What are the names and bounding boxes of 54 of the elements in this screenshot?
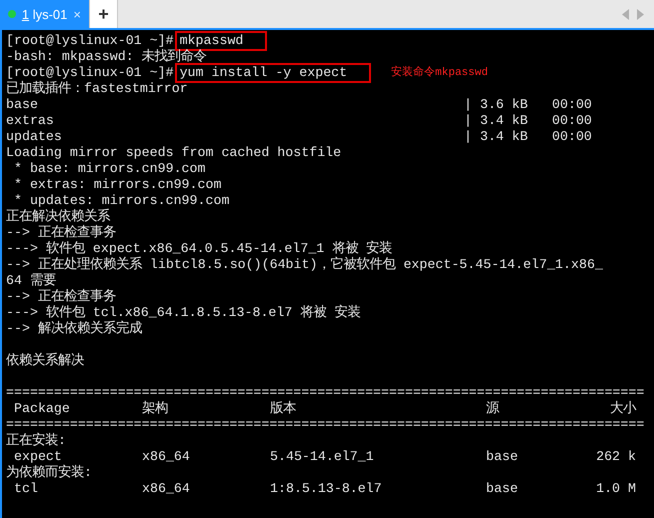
output-line: 正在安装:: [6, 433, 66, 449]
table-cell-text: 5.45-14.el7_1: [270, 449, 375, 465]
table-cell-text: 架构: [142, 401, 169, 417]
table-cell-text: 1:8.5.13-8.el7: [270, 481, 383, 497]
repo-cell-text: 00:00: [552, 129, 593, 145]
output-line: ================================================================================: [6, 385, 644, 400]
output-line: 为依赖而安装:: [6, 465, 92, 481]
output-line: Loading mirror speeds from cached hostfile: [6, 145, 342, 161]
repo-cell-text: | 3.4 kB: [464, 113, 529, 129]
table-cell-text: x86_64: [142, 449, 191, 465]
table-cell: 1.0 M: [596, 481, 636, 497]
repo-cell-text: updates: [6, 129, 63, 145]
output-line: ---> 软件包 tcl.x86_64.1.8.5.13-8.el7 将被 安装: [6, 305, 360, 320]
output-line: * base: mirrors.cn99.com: [12, 161, 206, 177]
output-line: --> 正在处理依赖关系 libtcl8.5.so()(64bit)，它被软件包 expect-5.45-14.el7_1.x86_: [6, 257, 603, 273]
session-tab[interactable]: 1 lys-01 ×: [0, 0, 90, 28]
command-text: yum install -y expect: [174, 63, 372, 83]
output-line: ================================================================================: [6, 417, 644, 432]
table-cell-text: base: [486, 481, 519, 497]
prompt-text: [root@lyslinux-01 ~]#: [6, 65, 174, 80]
output-line: --> 解决依赖关系完成: [6, 321, 142, 337]
output-line: -bash: mkpasswd: 未找到命令: [6, 49, 207, 65]
table-cell-text: 大小: [609, 401, 636, 417]
tab-label: 1 lys-01: [22, 6, 68, 22]
output-line: 依赖关系解决: [6, 353, 84, 369]
output-line: 已加载插件：fastestmirror: [6, 81, 188, 97]
output-line: * extras: mirrors.cn99.com: [12, 177, 222, 193]
table-cell-text: tcl: [14, 481, 39, 497]
close-button[interactable]: ×: [73, 6, 81, 22]
repo-cell-text: 00:00: [552, 97, 593, 113]
right-arrow-icon[interactable]: [637, 8, 644, 20]
table-cell-text: base: [486, 449, 519, 465]
output-line: --> 正在检查事务: [6, 289, 116, 305]
table-cell-text: x86_64: [142, 481, 191, 497]
output-line: * updates: mirrors.cn99.com: [12, 193, 230, 208]
status-dot: [8, 10, 16, 18]
table-cell: 262 k: [596, 449, 636, 465]
repo-cell-text: base: [6, 97, 39, 113]
table-cell-text: 版本: [270, 401, 297, 417]
annotation-text: 安装命令mkpasswd: [391, 65, 488, 81]
new-tab-button[interactable]: +: [90, 0, 118, 28]
output-line: ---> 软件包 expect.x86_64.0.5.45-14.el7_1 将被 安装: [6, 241, 392, 256]
repo-cell-text: 00:00: [552, 113, 593, 129]
left-arrow-icon[interactable]: [622, 8, 629, 20]
repo-cell-text: | 3.4 kB: [464, 129, 529, 145]
repo-cell-text: | 3.6 kB: [464, 97, 529, 113]
output-line: --> 正在检查事务: [6, 225, 116, 241]
output-line: 正在解决依赖关系: [6, 209, 110, 225]
table-cell-text: expect: [14, 449, 63, 464]
table-cell-text: 源: [486, 401, 500, 417]
prompt-text: [root@lyslinux-01 ~]#: [6, 33, 174, 48]
table-cell-text: Package: [14, 401, 71, 417]
output-line: 64 需要: [6, 273, 56, 289]
repo-cell-text: extras: [6, 113, 55, 129]
